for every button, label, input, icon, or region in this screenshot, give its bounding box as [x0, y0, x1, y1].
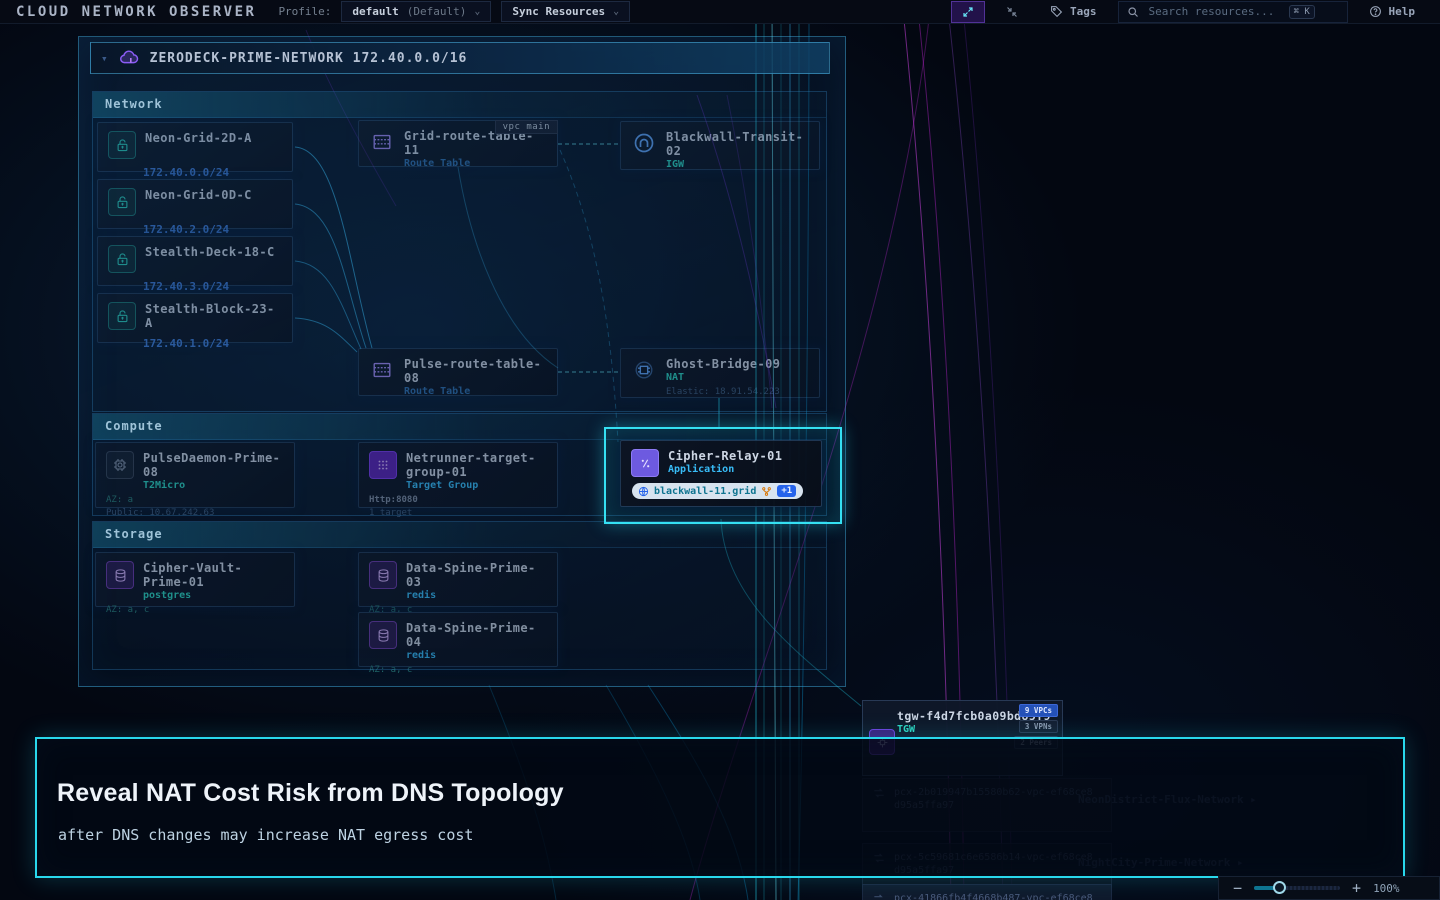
collapse-caret-icon[interactable]: ▾: [101, 52, 108, 65]
search-box[interactable]: ⌘ K: [1118, 1, 1348, 23]
insight-subtitle: after DNS changes may increase NAT egres…: [58, 826, 473, 844]
search-input[interactable]: [1147, 4, 1281, 19]
top-bar: CLOUD NETWORK OBSERVER Profile: default …: [0, 0, 1440, 24]
expand-button[interactable]: [951, 1, 985, 23]
chevron-down-icon: ⌄: [613, 6, 619, 17]
zoom-slider[interactable]: [1254, 881, 1340, 895]
zoom-out-button[interactable]: −: [1233, 881, 1242, 896]
section-network-title: Network: [93, 92, 826, 118]
tgw-vpcs-badge: 9 VPCs: [1019, 704, 1058, 717]
collapse-icon: [1006, 6, 1018, 18]
collapse-button[interactable]: [995, 1, 1029, 23]
profile-value: default: [352, 5, 398, 18]
zoom-slider-knob[interactable]: [1273, 881, 1286, 894]
peering-id: pcx-41866fb4f4668b487-vpc-ef68ce8d95a5ff…: [894, 892, 1094, 900]
section-network: Network: [92, 91, 827, 412]
profile-label: Profile:: [278, 5, 331, 18]
profile-hint: (Default): [407, 5, 467, 18]
insight-overlay: Reveal NAT Cost Risk from DNS Topology a…: [35, 737, 1405, 878]
peering-icon: [872, 892, 886, 900]
app-root: CLOUD NETWORK OBSERVER Profile: default …: [0, 0, 1440, 900]
section-storage-title: Storage: [93, 522, 826, 548]
zoom-level: 100%: [1373, 882, 1400, 895]
application-node-cipher-relay-01[interactable]: Cipher-Relay-01 Application blackwall-11…: [620, 440, 822, 507]
tag-icon: [1050, 5, 1063, 18]
dns-more-badge: +1: [777, 485, 796, 497]
dns-record-name: blackwall-11.grid: [654, 486, 756, 497]
node-subtitle: Application: [668, 463, 782, 476]
globe-icon: [638, 486, 649, 497]
dns-record-pill[interactable]: blackwall-11.grid +1: [632, 483, 803, 499]
chevron-down-icon: ⌄: [474, 6, 480, 17]
search-icon: [1127, 6, 1139, 18]
expand-icon: [962, 6, 974, 18]
node-title: Cipher-Relay-01: [668, 449, 782, 463]
cloud-icon: [118, 47, 140, 69]
vpc-header[interactable]: ▾ ZERODECK-PRIME-NETWORK 172.40.0.0/16: [90, 42, 830, 74]
profile-dropdown[interactable]: default (Default) ⌄: [341, 1, 491, 22]
tags-button[interactable]: Tags: [1039, 1, 1108, 23]
insight-title: Reveal NAT Cost Risk from DNS Topology: [57, 779, 564, 808]
peering-node[interactable]: pcx-41866fb4f4668b487-vpc-ef68ce8d95a5ff…: [862, 884, 1112, 900]
sync-resources-dropdown[interactable]: Sync Resources ⌄: [501, 1, 630, 22]
vpc-title: ZERODECK-PRIME-NETWORK 172.40.0.0/16: [150, 51, 468, 66]
tags-label: Tags: [1070, 5, 1097, 18]
sync-resources-label: Sync Resources: [512, 5, 605, 18]
app-brand: CLOUD NETWORK OBSERVER: [16, 4, 256, 20]
zoom-in-button[interactable]: +: [1352, 881, 1361, 896]
tgw-vpns-badge: 3 VPNs: [1019, 720, 1058, 733]
zoom-control: − + 100%: [1218, 876, 1440, 900]
search-shortcut-badge: ⌘ K: [1289, 5, 1315, 19]
help-label: Help: [1389, 5, 1416, 18]
help-button[interactable]: Help: [1358, 1, 1427, 23]
section-storage: Storage: [92, 521, 827, 670]
branch-icon: [761, 486, 772, 497]
application-icon: [631, 449, 659, 477]
help-icon: [1369, 5, 1382, 18]
